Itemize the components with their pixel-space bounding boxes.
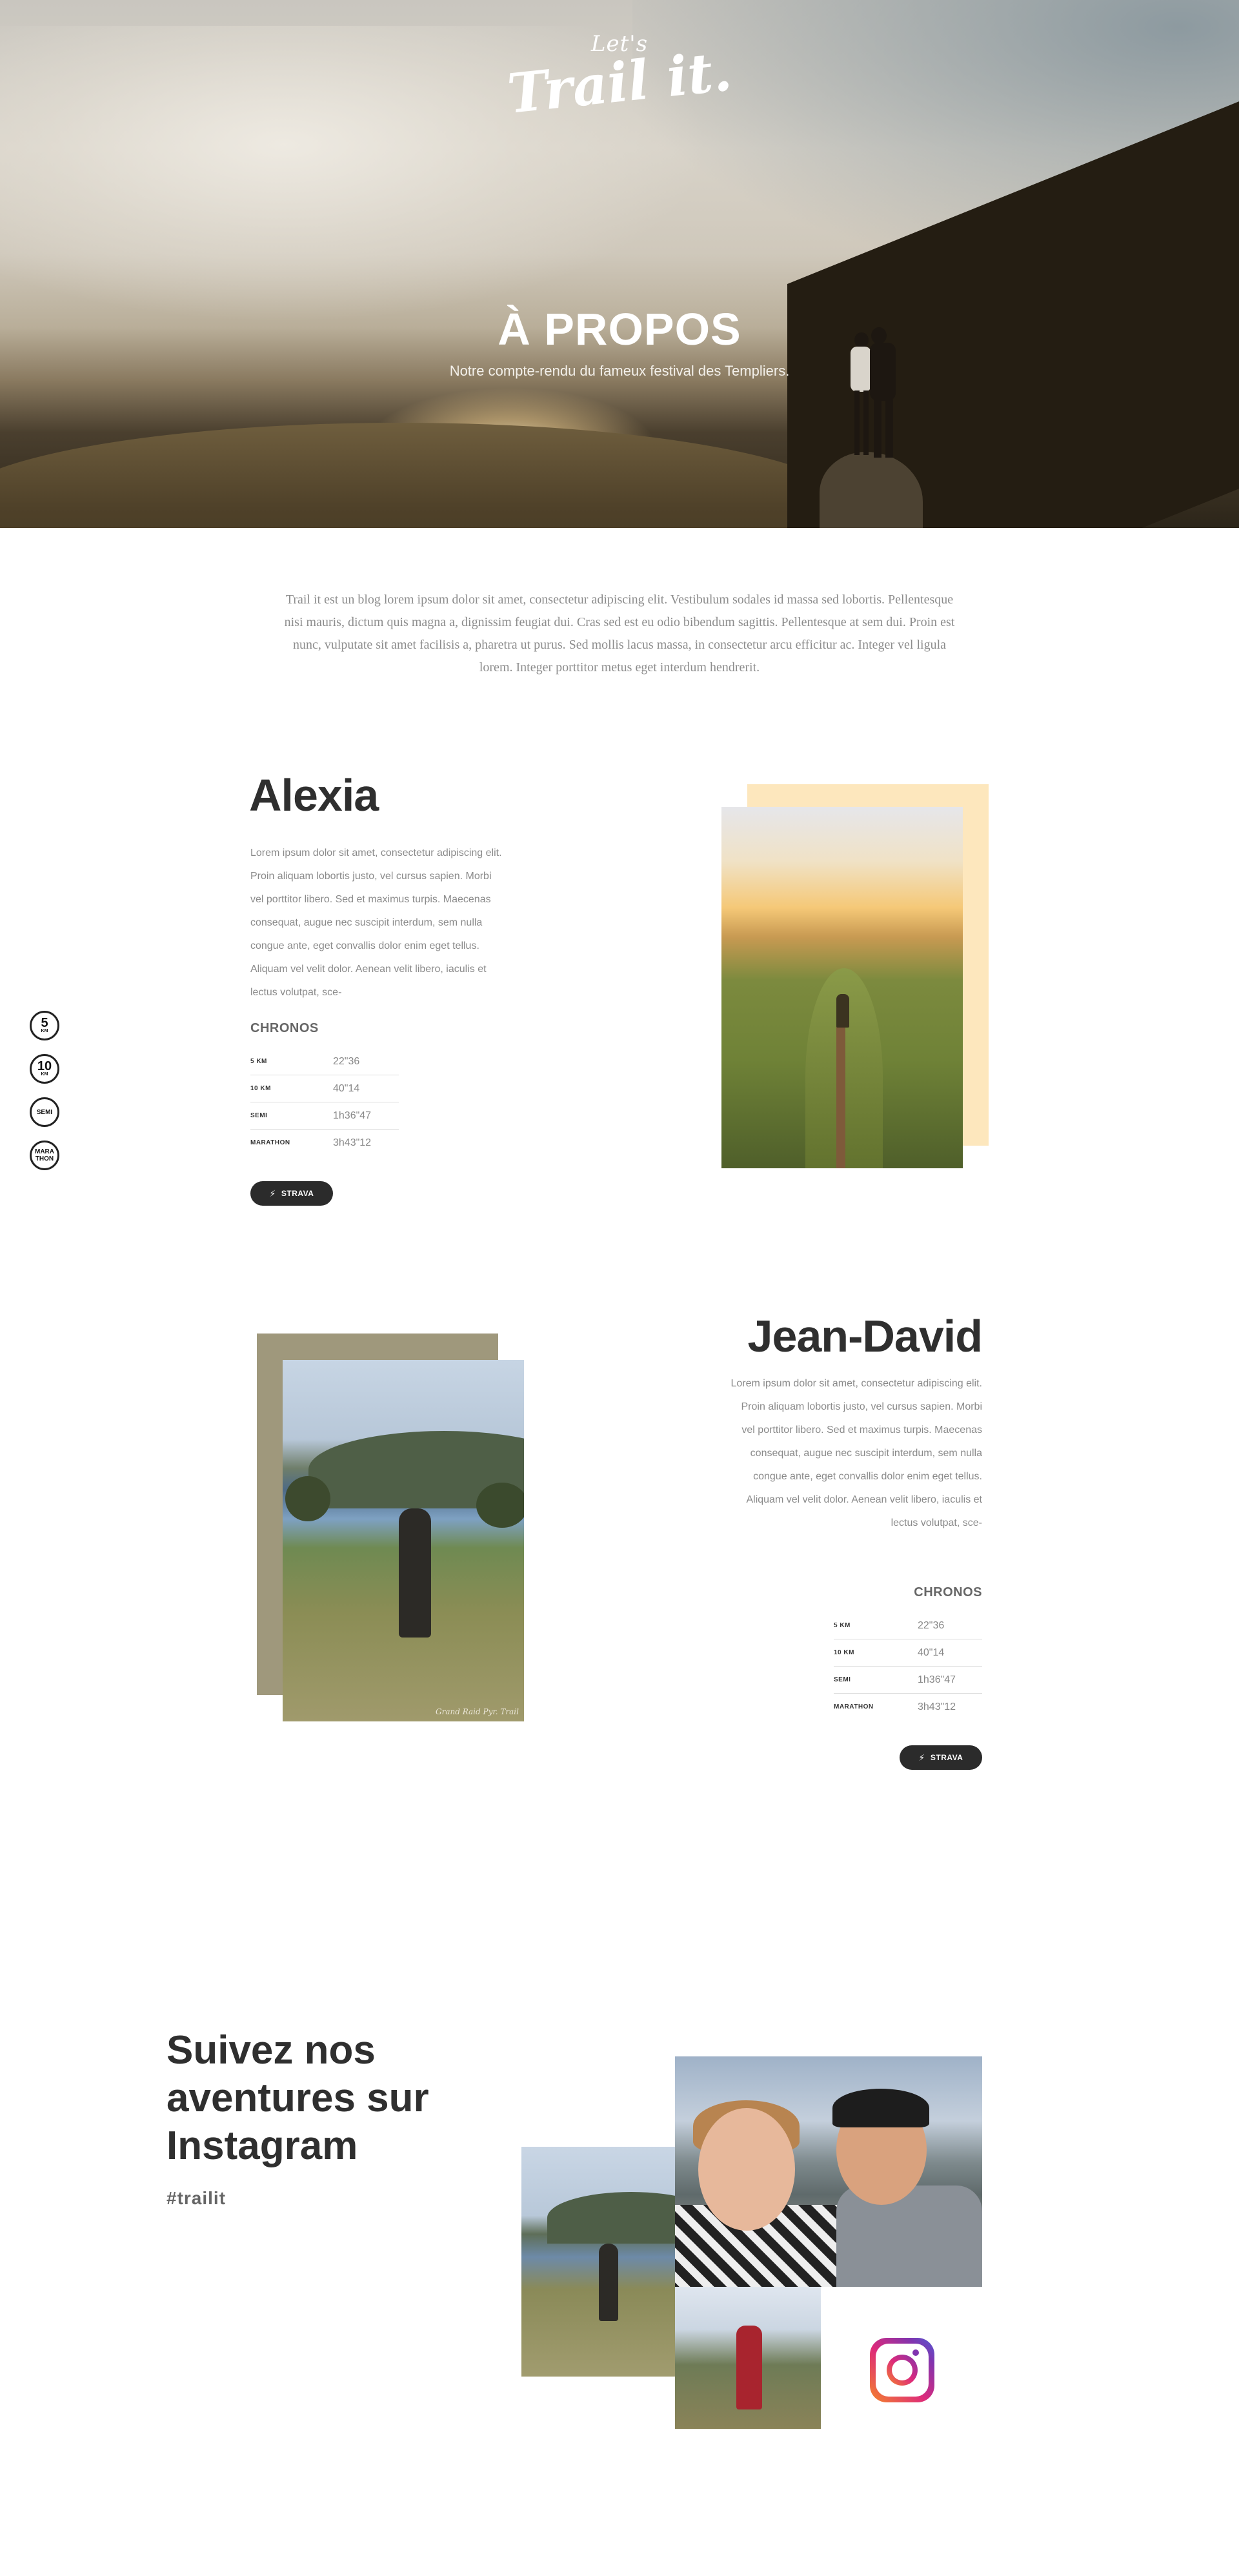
strava-icon: ⚡ (918, 1752, 925, 1763)
jean-david-chronos-table: 5 KM 22"36 10 KM 40"14 SEMI 1h36"47 MARATHO… (834, 1612, 982, 1720)
chronos-row: SEMI 1h36"47 (250, 1102, 399, 1130)
instagram-photo[interactable] (521, 2147, 675, 2377)
intro-paragraph: Trail it est un blog lorem ipsum dolor s… (284, 593, 955, 674)
chronos-row: 5 KM 22"36 (250, 1048, 399, 1075)
chronos-row: 10 KM 40"14 (250, 1075, 399, 1102)
jean-david-name: Jean-David (747, 1311, 983, 1361)
hero-hill (0, 423, 852, 528)
alexia-photo (721, 807, 963, 1168)
nav-semi[interactable]: SEMI (30, 1097, 59, 1127)
chronos-row: SEMI 1h36"47 (834, 1667, 982, 1694)
hero-banner: Let's Trail it. À PROPOS Notre compte-re… (0, 0, 1239, 528)
instagram-photo[interactable] (675, 2287, 821, 2429)
instagram-hashtag[interactable]: #trailit (166, 2188, 226, 2209)
jean-david-strava-button[interactable]: ⚡ STRAVA (900, 1745, 982, 1770)
jean-david-photo: Grand Raid Pyr. Trail (283, 1360, 524, 1721)
instagram-photo[interactable] (675, 2056, 982, 2287)
page-title: À PROPOS (498, 304, 741, 354)
alexia-strava-button[interactable]: ⚡ STRAVA (250, 1181, 333, 1206)
photo-watermark: Grand Raid Pyr. Trail (436, 1707, 519, 1716)
nav-marathon[interactable]: MARA THON (30, 1141, 59, 1170)
instagram-icon[interactable] (870, 2338, 934, 2402)
alexia-chronos-table: 5 KM 22"36 10 KM 40"14 SEMI 1h36"47 MARATHO… (250, 1048, 399, 1156)
nav-5km[interactable]: 5 KM (30, 1011, 59, 1040)
chronos-row: MARATHON 3h43"12 (250, 1137, 372, 1148)
chronos-row: 10 KM 40"14 (834, 1639, 982, 1667)
alexia-bio: Lorem ipsum dolor sit amet, consectetur … (250, 847, 502, 998)
chronos-row: MARATHON 3h43"12 (834, 1701, 956, 1712)
jean-david-chronos-title: CHRONOS (914, 1585, 982, 1599)
distance-nav: 5 KM 10 KM SEMI MARA THON (30, 1011, 66, 1184)
chronos-row: 5 KM 22"36 (834, 1612, 982, 1639)
nav-10km[interactable]: 10 KM (30, 1054, 59, 1084)
alexia-chronos-title: CHRONOS (250, 1021, 319, 1035)
instagram-heading: Suivez nos aventures sur Instagram (166, 2028, 429, 2168)
alexia-name: Alexia (249, 770, 379, 820)
strava-icon: ⚡ (269, 1188, 276, 1199)
jean-david-bio: Lorem ipsum dolor sit amet, consectetur … (730, 1378, 982, 1528)
page-subtitle: Notre compte-rendu du fameux festival de… (449, 363, 790, 379)
